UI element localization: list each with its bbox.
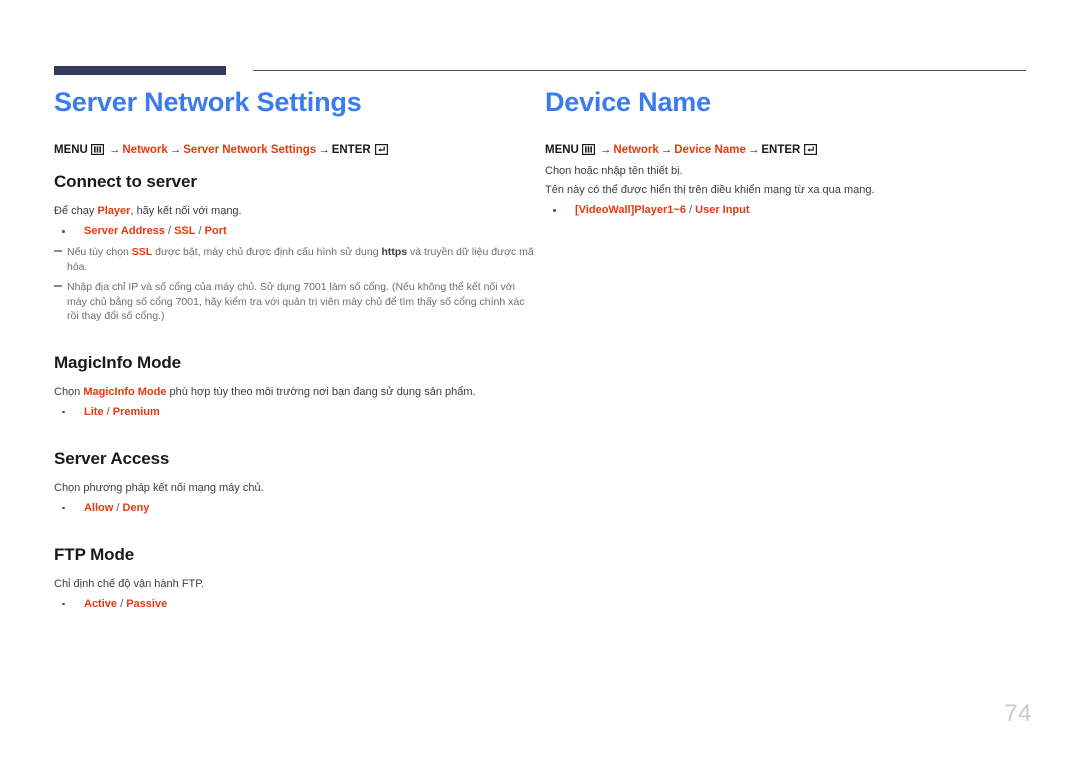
section-body-connect-to-server: Để chạy Player, hãy kết nối với mạng. [54,204,535,219]
menu-arrow-3: → [318,144,330,156]
option-list-magicinfo-mode: Lite / Premium [54,404,535,420]
body-accent-player: Player [97,205,131,217]
menu-path-right: MENU → Network → Device Name → ENTER [545,143,1050,158]
note-text-part-1: Nhập địa chỉ IP và số cổng của máy chủ. … [67,281,525,322]
note-accent-ssl: SSL [131,246,153,258]
note-text-part-2: được bật, máy chủ được định cấu hình sử … [152,246,382,258]
option-allow: Allow [84,501,114,514]
menu-path-left: MENU → Network → Server Network Settings → ENT… [54,143,535,158]
option-separator: / [195,225,205,237]
menu-arrow-2: → [660,144,673,156]
page-title-left: Server Network Settings [54,87,362,117]
enter-return-icon [804,144,818,156]
option-videowall-player: [VideoWall]Player1~6 [575,204,686,216]
option-list-connect-to-server: Server Address / SSL / Port [54,223,535,239]
body-accent-magicinfo-mode: MagicInfo Mode [83,385,167,398]
note-list-connect-to-server: Nếu tùy chọn SSL được bật, máy chủ được … [54,245,535,324]
option-separator: / [113,501,123,514]
option-list-server-access: Allow / Deny [54,500,535,516]
option-deny: Deny [122,501,150,514]
option-user-input: User Input [695,204,750,216]
note-item: Nếu tùy chọn SSL được bật, máy chủ được … [54,245,535,274]
page-columns: Server Network Settings MENU → Network → Ser… [0,86,1080,612]
list-item[interactable]: Lite / Premium [54,404,535,420]
section-heading-server-access: Server Access [54,448,170,468]
header-rule [54,66,1026,78]
option-separator: / [164,225,175,237]
body-suffix: phù hợp tùy theo môi trường nơi bạn đang… [166,385,476,398]
body-prefix: Chọn phương pháp kết nối mạng máy chủ. [54,481,264,494]
menu-grid-icon [581,144,595,156]
note-item: Nhập địa chỉ IP và số cổng của máy chủ. … [54,280,535,324]
list-item[interactable]: [VideoWall]Player1~6 / User Input [545,202,1050,218]
menu-label: MENU [54,144,88,156]
menu-arrow-2: → [169,144,182,156]
menu-label: MENU [545,144,579,156]
option-list-device-name: [VideoWall]Player1~6 / User Input [545,202,1050,218]
note-text-part-1: Nếu tùy chọn [67,246,132,258]
option-premium: Premium [112,405,160,418]
section-heading-magicinfo-mode: MagicInfo Mode [54,352,182,372]
right-paragraph-2: Tên này có thể được hiển thị trên điều k… [545,184,875,196]
option-separator: / [117,597,127,610]
right-paragraph-1: Chọn hoặc nhập tên thiết bị. [545,165,683,177]
option-ssl: SSL [174,225,196,237]
body-prefix: Để chạy [54,205,98,217]
page-number: 74 [1004,700,1032,727]
left-column: Server Network Settings MENU → Network → Ser… [0,86,545,612]
menu-grid-icon [90,144,104,156]
enter-return-icon [374,144,388,156]
option-port: Port [204,225,227,237]
option-passive: Passive [126,597,168,610]
option-separator: / [103,405,113,418]
manual-page: Server Network Settings MENU → Network → Ser… [0,0,1080,763]
menu-arrow-1: → [108,144,121,156]
list-item[interactable]: Allow / Deny [54,500,535,516]
list-item[interactable]: Server Address / SSL / Port [54,223,535,239]
right-column: Device Name MENU → Network → Device Name → ENT… [545,86,1080,612]
body-prefix: Chỉ định chế độ vận hành FTP. [54,577,205,590]
option-lite: Lite [84,405,104,418]
header-rule-thick-bar [54,66,226,75]
menu-item-network[interactable]: Network [122,144,167,156]
body-prefix: Chọn [54,385,84,398]
section-body-ftp-mode: Chỉ định chế độ vận hành FTP. [54,577,535,592]
page-title-right: Device Name [545,87,711,117]
section-heading-connect-to-server: Connect to server [54,172,197,191]
menu-arrow-1: → [599,144,612,156]
menu-item-device-name[interactable]: Device Name [674,144,746,156]
menu-arrow-3: → [747,144,760,156]
enter-label: ENTER [761,144,801,156]
section-body-server-access: Chọn phương pháp kết nối mạng máy chủ. [54,481,535,496]
option-list-ftp-mode: Active / Passive [54,596,535,612]
enter-label: ENTER [331,144,371,156]
menu-item-network[interactable]: Network [613,144,658,156]
menu-item-server-network-settings[interactable]: Server Network Settings [183,144,316,156]
list-item[interactable]: Active / Passive [54,596,535,612]
section-heading-ftp-mode: FTP Mode [54,544,135,564]
section-body-magicinfo-mode: Chọn MagicInfo Mode phù hợp tùy theo môi… [54,385,535,400]
header-rule-thin-line [253,70,1026,71]
note-bold-https: https [381,246,408,258]
body-suffix: , hãy kết nối với mạng. [130,205,242,217]
option-active: Active [84,597,118,610]
option-server-address: Server Address [84,225,165,237]
option-separator: / [685,204,696,216]
